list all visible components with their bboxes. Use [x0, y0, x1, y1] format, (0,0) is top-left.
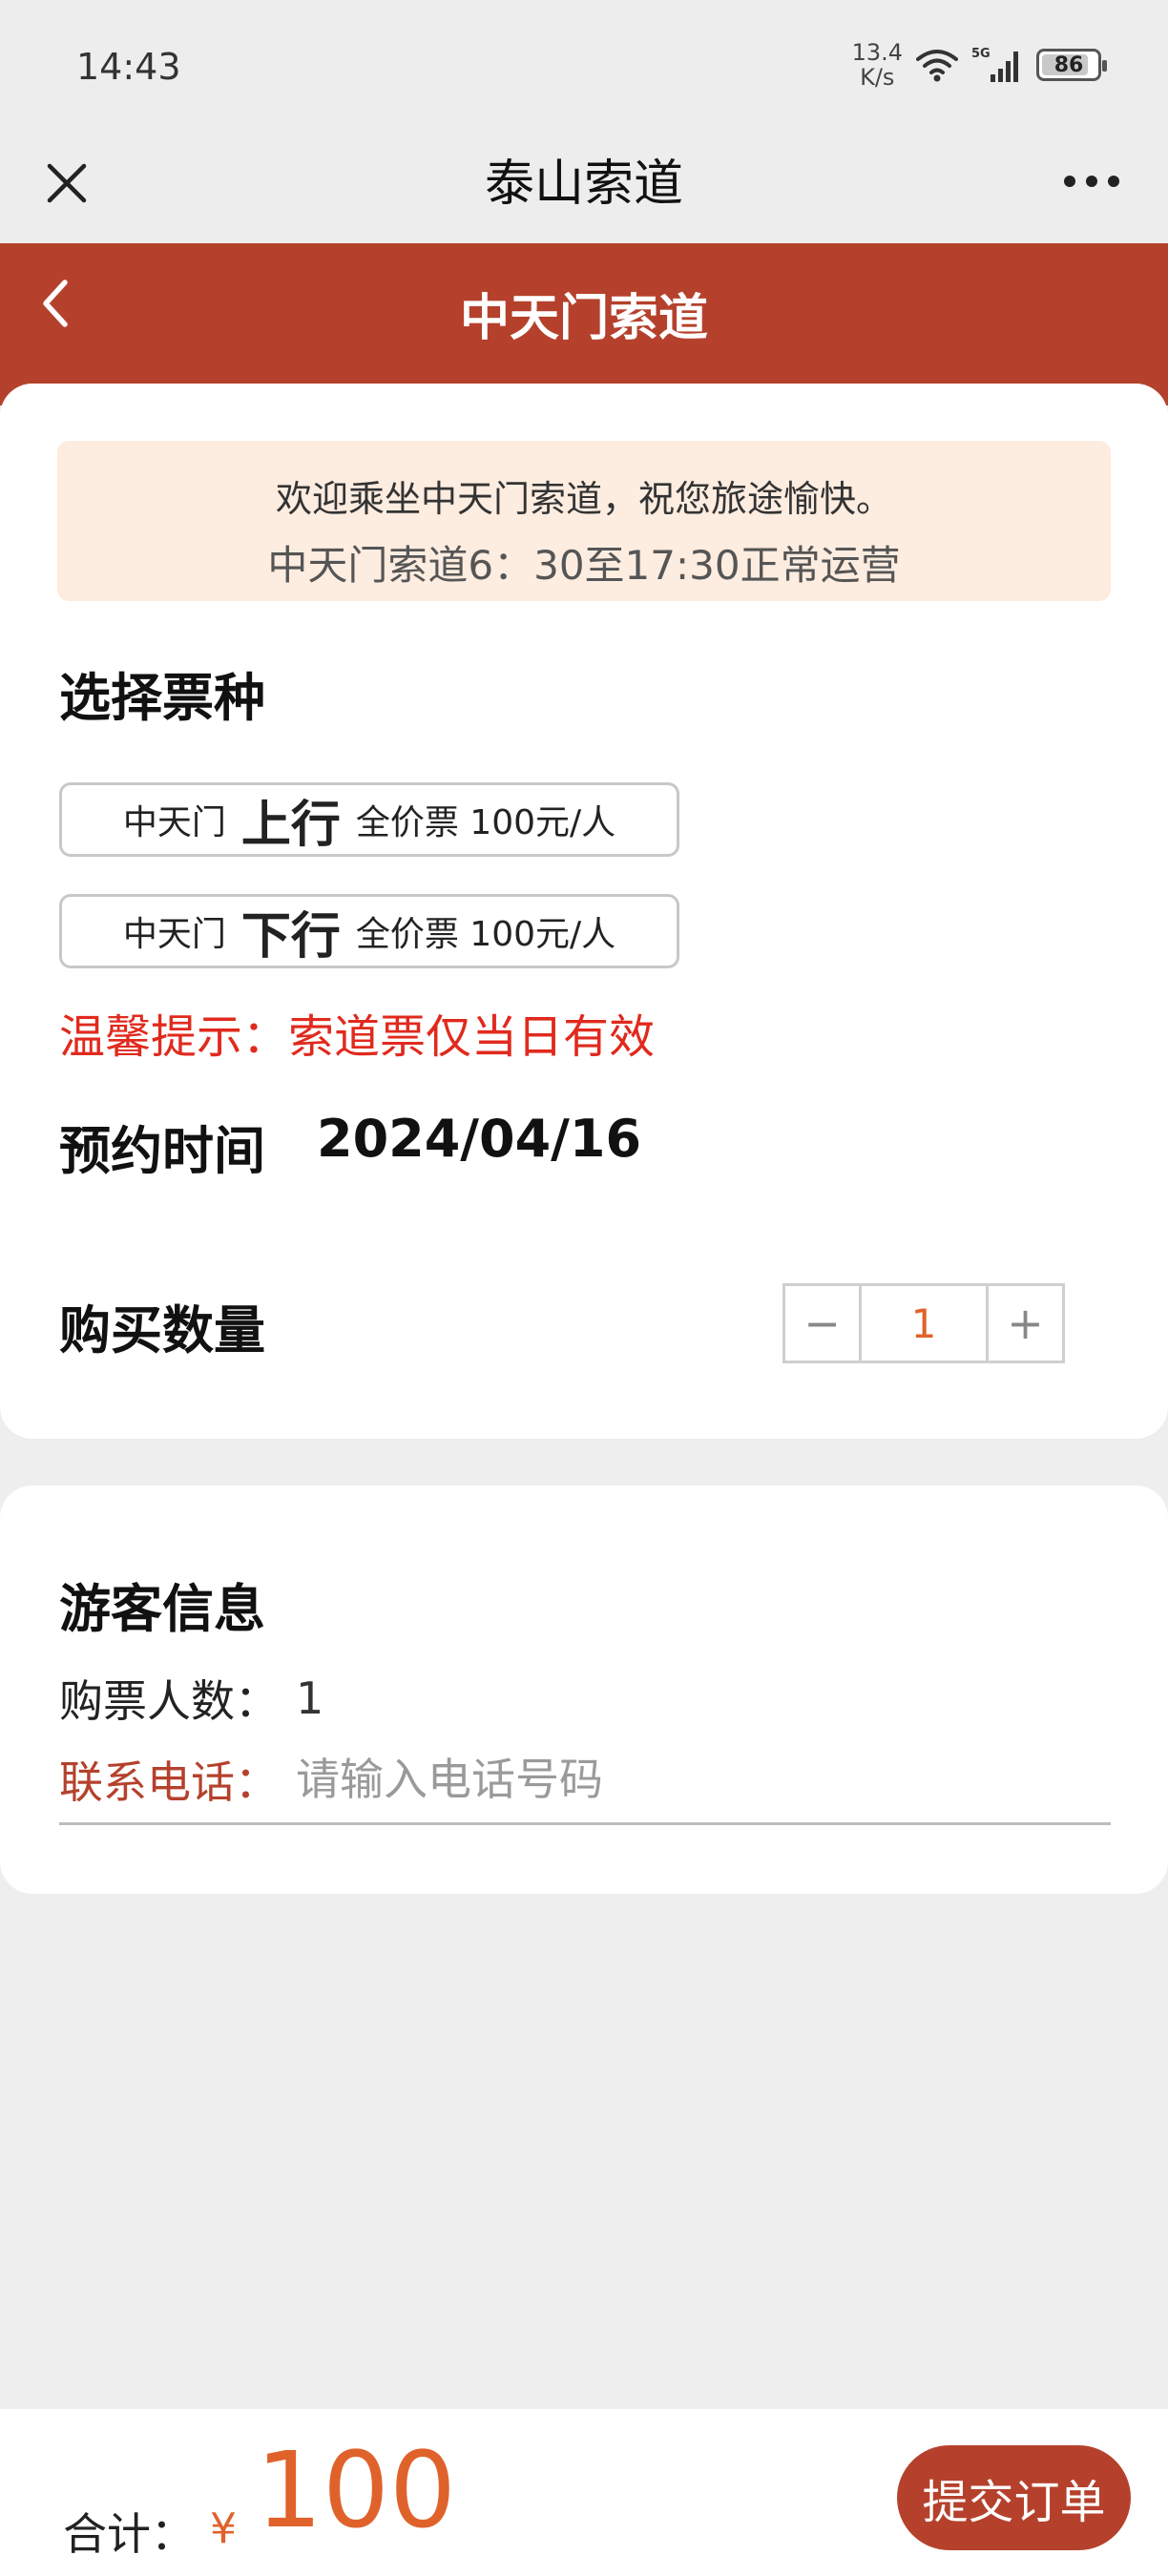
currency-symbol: ¥ [210, 2504, 237, 2553]
ticket-option-direction: 上行 [240, 796, 341, 854]
increment-button[interactable]: + [986, 1286, 1062, 1361]
battery-level: 86 [1053, 52, 1084, 77]
ticket-type-title: 选择票种 [59, 668, 265, 728]
ticket-option-direction: 下行 [240, 907, 341, 966]
visitor-info-title: 游客信息 [59, 1579, 265, 1639]
ticket-option-price: 全价票 100元/人 [355, 915, 616, 954]
phone-row: 联系电话： [59, 1748, 1078, 1811]
quantity-label: 购买数量 [59, 1300, 265, 1361]
ticket-count-value: 1 [296, 1672, 324, 1724]
total-amount: 100 [256, 2429, 456, 2551]
network-speed-unit: K/s [860, 64, 895, 91]
ticket-option-station: 中天门 [122, 915, 226, 954]
ticket-count-row: 购票人数： 1 [59, 1667, 323, 1730]
phone-label: 联系电话： [59, 1756, 279, 1808]
network-type-label: 5G [971, 47, 991, 61]
notice-hours-text: 中天门索道6：30至17:30正常运营 [267, 542, 901, 589]
battery-icon: 86 [1036, 49, 1107, 81]
ticket-card: 欢迎乘坐中天门索道，祝您旅途愉快。 中天门索道6：30至17:30正常运营 选择… [0, 384, 1168, 1439]
more-button[interactable] [1053, 153, 1130, 210]
ticket-option-station: 中天门 [122, 803, 226, 842]
quantity-value[interactable]: 1 [862, 1286, 986, 1361]
ticket-option-down[interactable]: 中天门 下行 全价票 100元/人 [59, 894, 679, 968]
ticket-option-price: 全价票 100元/人 [355, 803, 616, 842]
submit-order-button[interactable]: 提交订单 [897, 2445, 1131, 2550]
validity-tip: 温馨提示：索道票仅当日有效 [59, 1010, 656, 1064]
page-title: 中天门索道 [459, 290, 708, 347]
status-indicators: 13.4 K/s 5G 86 [852, 40, 1107, 90]
network-speed: 13.4 K/s [852, 40, 903, 90]
ticket-option-up[interactable]: 中天门 上行 全价票 100元/人 [59, 782, 679, 857]
welcome-notice: 欢迎乘坐中天门索道，祝您旅途愉快。 中天门索道6：30至17:30正常运营 [57, 441, 1111, 601]
status-bar: 14:43 13.4 K/s 5G 86 [0, 0, 1168, 124]
mini-program-navbar: 泰山索道 [0, 124, 1168, 243]
signal-icon: 5G [971, 46, 1023, 84]
phone-input[interactable] [296, 1748, 1078, 1811]
phone-underline [59, 1822, 1111, 1825]
reservation-date: 2024/04/16 [317, 1109, 642, 1169]
total-label: 合计： [63, 2508, 195, 2560]
notice-welcome-text: 欢迎乘坐中天门索道，祝您旅途愉快。 [275, 478, 892, 520]
wifi-icon [916, 48, 958, 82]
visitor-card: 游客信息 购票人数： 1 联系电话： [0, 1485, 1168, 1894]
reservation-row: 预约时间 2024/04/16 [59, 1109, 641, 1184]
order-footer: 合计： ¥ 100 提交订单 [0, 2409, 1168, 2576]
ticket-count-label: 购票人数： [59, 1675, 279, 1727]
more-icon [1064, 176, 1119, 187]
quantity-stepper: − 1 + [782, 1283, 1065, 1363]
decrement-button[interactable]: − [785, 1286, 862, 1361]
navbar-title: 泰山索道 [484, 156, 683, 213]
network-speed-value: 13.4 [851, 39, 903, 66]
status-time: 14:43 [76, 46, 181, 88]
page: 14:43 13.4 K/s 5G 86 泰山索道 中天门索道 欢迎乘坐中天门索… [0, 0, 1168, 2576]
reservation-label: 预约时间 [59, 1121, 265, 1181]
page-header: 中天门索道 [0, 243, 1168, 405]
